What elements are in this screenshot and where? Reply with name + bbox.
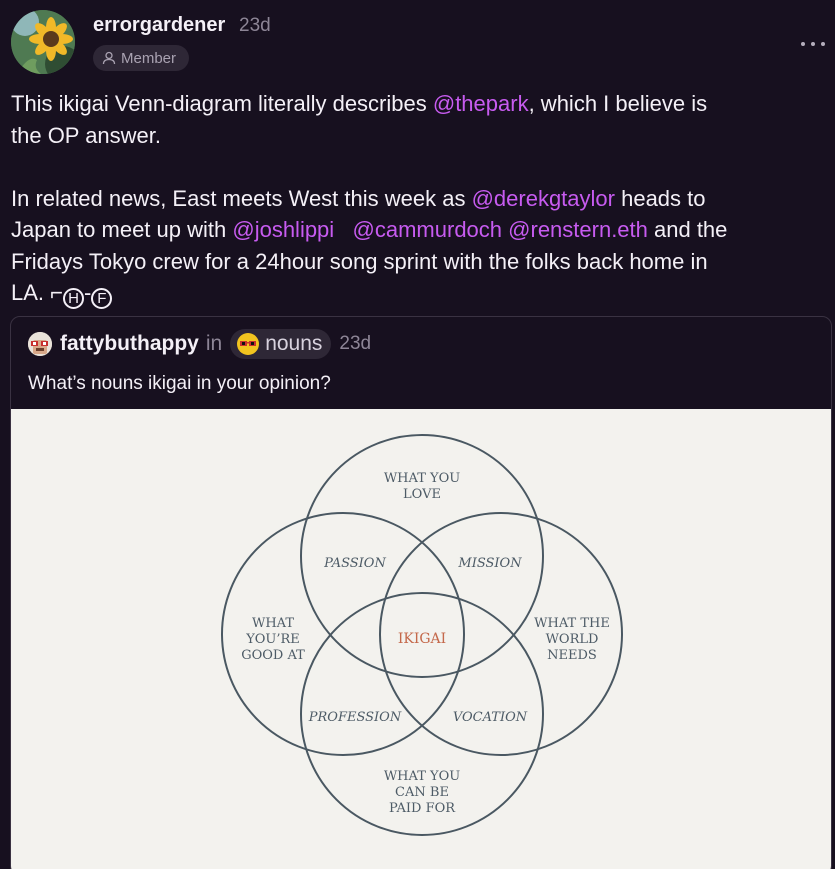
label-paid-for-2: CAN BE [395, 785, 449, 800]
text-fragment: This ikigai Venn-diagram literally descr… [11, 91, 433, 116]
ikigai-venn-image[interactable]: WHAT YOU LOVE WHAT YOU’RE GOOD AT WHAT T… [11, 409, 831, 869]
venn-diagram: WHAT YOU LOVE WHAT YOU’RE GOOD AT WHAT T… [221, 434, 623, 836]
text-fragment: , which I believe is [528, 91, 708, 116]
quoted-timestamp[interactable]: 23d [339, 333, 371, 355]
nouns-channel-icon [237, 333, 260, 355]
label-good-at-1: WHAT [252, 616, 294, 631]
mention-thepark[interactable]: @thepark [433, 91, 529, 116]
quoted-author-avatar[interactable] [28, 332, 52, 356]
mention-derekgtaylor[interactable]: @derekgtaylor [472, 186, 615, 211]
mention-cammurdoch[interactable]: @cammurdoch [353, 217, 503, 242]
quoted-author-username[interactable]: fattybuthappy [60, 332, 199, 356]
post-line: LA. ⌐ H - F [11, 277, 826, 309]
mention-renstern[interactable]: @renstern.eth [508, 217, 648, 242]
text-fragment: Fridays Tokyo crew for a 24hour song spr… [11, 248, 708, 274]
label-world-needs-3: NEEDS [547, 648, 597, 663]
text-fragment: the OP answer. [11, 122, 162, 148]
text-fragment: and the [647, 217, 728, 242]
label-world-needs-1: WHAT THE [534, 616, 610, 631]
label-ikigai: IKIGAI [398, 631, 446, 647]
label-good-at-3: GOOD AT [241, 648, 305, 663]
label-mission: MISSION [457, 556, 522, 571]
avatar[interactable] [11, 10, 75, 74]
label-what-you-love-1: WHAT YOU [384, 471, 460, 486]
text-fragment: LA. ⌐ [11, 280, 63, 305]
text-fragment [334, 217, 352, 242]
sunflower-avatar-icon [11, 10, 75, 74]
post-body: This ikigai Venn-diagram literally descr… [11, 88, 826, 309]
label-good-at-2: YOU’RE [245, 632, 300, 647]
label-vocation: VOCATION [453, 710, 528, 725]
text-fragment: Japan to meet up with [11, 217, 233, 242]
channel-name: nouns [265, 332, 323, 355]
label-what-you-love-2: LOVE [403, 487, 441, 502]
quoted-text: What’s nouns ikigai in your opinion? [28, 373, 331, 394]
author-username[interactable]: errorgardener [93, 14, 225, 37]
circled-letter-h: H [62, 288, 84, 309]
text-fragment: - [83, 280, 92, 305]
post-line: Fridays Tokyo crew for a 24hour song spr… [11, 246, 826, 278]
post-line: Japan to meet up with @joshlippi @cammur… [11, 214, 826, 246]
quoted-cast-header: fattybuthappy in nouns 23d [28, 329, 371, 359]
quoted-cast[interactable]: fattybuthappy in nouns 23d What’s nouns … [10, 316, 832, 869]
label-profession: PROFESSION [308, 710, 402, 725]
text-fragment: In related news, East meets West this we… [11, 185, 472, 211]
noggles-avatar-icon [28, 332, 52, 356]
member-badge: Member [93, 45, 189, 71]
label-paid-for-3: PAID FOR [389, 801, 456, 816]
circled-letter-f: F [91, 288, 113, 309]
label-passion: PASSION [323, 556, 386, 571]
mention-joshlippi[interactable]: @joshlippi [232, 217, 334, 242]
in-label: in [205, 332, 223, 355]
badge-label: Member [121, 49, 177, 67]
label-paid-for-1: WHAT YOU [384, 769, 460, 784]
post-line: This ikigai Venn-diagram literally descr… [11, 88, 826, 120]
post-line: In related news, East meets West this we… [11, 183, 826, 215]
text-fragment: heads to [614, 185, 706, 211]
post-line: the OP answer. [11, 120, 826, 152]
label-world-needs-2: WORLD [546, 632, 599, 647]
post-timestamp[interactable]: 23d [239, 15, 271, 37]
user-icon [102, 51, 116, 65]
more-options-icon[interactable] [801, 36, 825, 52]
channel-chip[interactable]: nouns [230, 329, 332, 359]
